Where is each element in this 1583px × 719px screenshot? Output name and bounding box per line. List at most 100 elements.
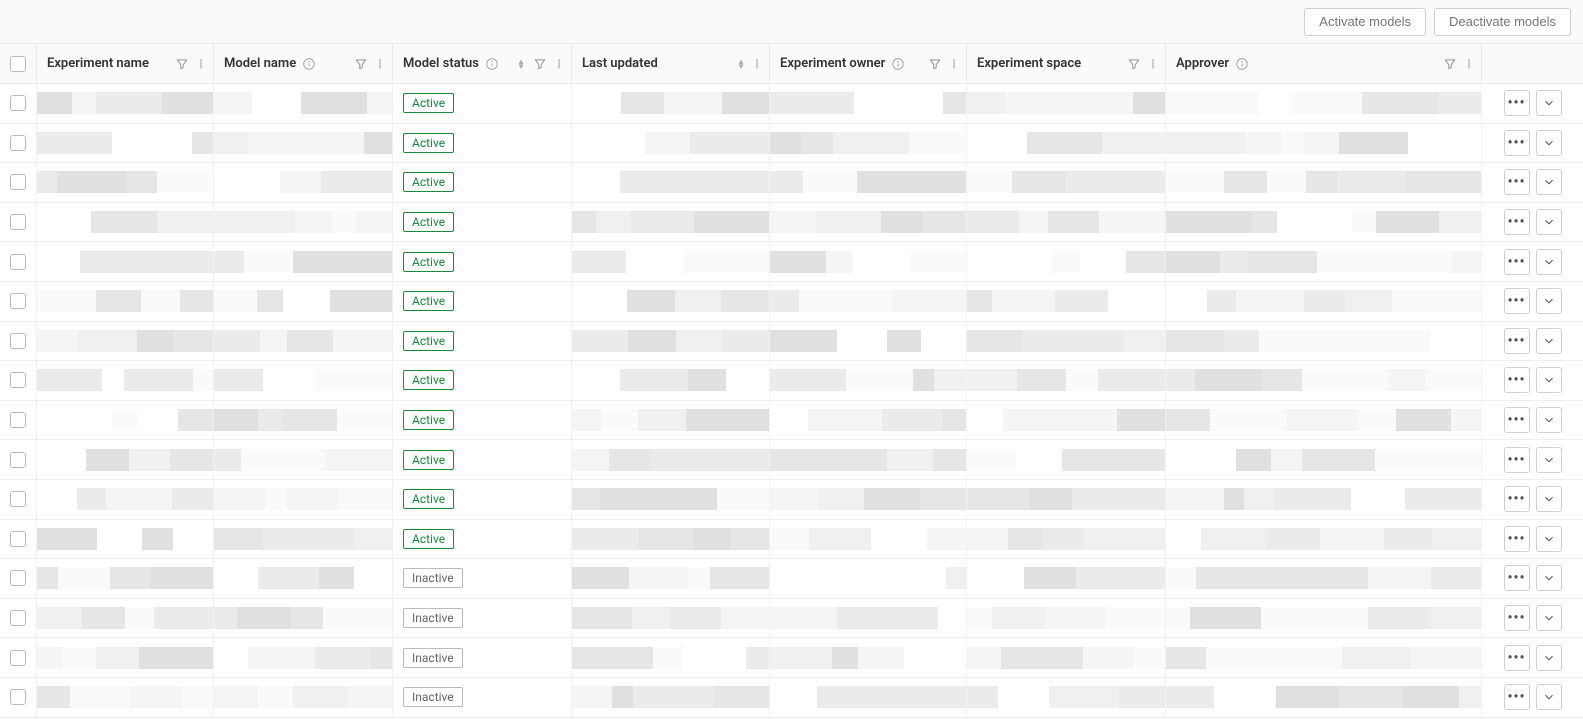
row-more-button[interactable]: •••	[1504, 684, 1530, 710]
redacted-content	[214, 449, 392, 471]
row-more-button[interactable]: •••	[1504, 367, 1530, 393]
row-expand-button[interactable]	[1536, 249, 1562, 275]
row-expand-button[interactable]	[1536, 526, 1562, 552]
row-checkbox[interactable]	[10, 333, 26, 349]
row-more-button[interactable]: •••	[1504, 447, 1530, 473]
row-checkbox[interactable]	[10, 491, 26, 507]
row-checkbox[interactable]	[10, 135, 26, 151]
resize-handle[interactable]: ||	[1465, 57, 1471, 70]
resize-handle[interactable]: ||	[197, 57, 203, 70]
row-checkbox[interactable]	[10, 412, 26, 428]
cell-last-updated	[572, 638, 770, 677]
row-expand-button[interactable]	[1536, 565, 1562, 591]
select-all-checkbox[interactable]	[10, 56, 26, 72]
row-expand-button[interactable]	[1536, 684, 1562, 710]
cell-checkbox	[0, 559, 37, 598]
row-checkbox[interactable]	[10, 95, 26, 111]
row-more-button[interactable]: •••	[1504, 249, 1530, 275]
cell-model-status: Active	[393, 242, 572, 281]
filter-icon[interactable]	[1127, 57, 1141, 71]
info-icon[interactable]	[485, 57, 499, 71]
filter-icon[interactable]	[1443, 57, 1457, 71]
table-row: Active•••	[0, 282, 1583, 322]
header-experiment-space[interactable]: Experiment space ||	[967, 44, 1166, 83]
ellipsis-icon: •••	[1507, 215, 1525, 229]
row-more-button[interactable]: •••	[1504, 169, 1530, 195]
row-checkbox[interactable]	[10, 452, 26, 468]
row-checkbox[interactable]	[10, 254, 26, 270]
info-icon[interactable]	[302, 57, 316, 71]
row-expand-button[interactable]	[1536, 288, 1562, 314]
redacted-content	[214, 92, 392, 114]
header-experiment-owner[interactable]: Experiment owner ||	[770, 44, 967, 83]
row-checkbox[interactable]	[10, 570, 26, 586]
row-more-button[interactable]: •••	[1504, 565, 1530, 591]
redacted-content	[1166, 686, 1481, 708]
row-more-button[interactable]: •••	[1504, 645, 1530, 671]
filter-icon[interactable]	[354, 57, 368, 71]
resize-handle[interactable]: ||	[1149, 57, 1155, 70]
resize-handle[interactable]: ||	[950, 57, 956, 70]
cell-experiment-space	[967, 401, 1166, 440]
header-last-updated[interactable]: Last updated ▲▼ ||	[572, 44, 770, 83]
row-checkbox[interactable]	[10, 293, 26, 309]
row-more-button[interactable]: •••	[1504, 288, 1530, 314]
cell-model-status: Active	[393, 520, 572, 559]
cell-checkbox	[0, 361, 37, 400]
header-approver[interactable]: Approver ||	[1166, 44, 1482, 83]
row-expand-button[interactable]	[1536, 130, 1562, 156]
header-model-name[interactable]: Model name ||	[214, 44, 393, 83]
row-expand-button[interactable]	[1536, 90, 1562, 116]
info-icon[interactable]	[1235, 57, 1249, 71]
deactivate-models-button[interactable]: Deactivate models	[1434, 8, 1571, 36]
cell-experiment-name	[37, 163, 214, 202]
row-checkbox[interactable]	[10, 174, 26, 190]
resize-handle[interactable]: ||	[753, 57, 759, 70]
chevron-down-icon	[1542, 532, 1556, 546]
row-expand-button[interactable]	[1536, 169, 1562, 195]
row-more-button[interactable]: •••	[1504, 209, 1530, 235]
row-more-button[interactable]: •••	[1504, 486, 1530, 512]
row-expand-button[interactable]	[1536, 486, 1562, 512]
redacted-content	[967, 369, 1165, 391]
row-more-button[interactable]: •••	[1504, 90, 1530, 116]
row-expand-button[interactable]	[1536, 645, 1562, 671]
row-checkbox[interactable]	[10, 689, 26, 705]
row-checkbox[interactable]	[10, 610, 26, 626]
row-checkbox[interactable]	[10, 650, 26, 666]
header-experiment-name[interactable]: Experiment name ||	[37, 44, 214, 83]
cell-actions: •••	[1482, 559, 1583, 598]
filter-icon[interactable]	[928, 57, 942, 71]
row-more-button[interactable]: •••	[1504, 407, 1530, 433]
sort-icon[interactable]: ▲▼	[737, 59, 745, 69]
row-more-button[interactable]: •••	[1504, 526, 1530, 552]
cell-approver	[1166, 678, 1482, 717]
row-expand-button[interactable]	[1536, 605, 1562, 631]
row-expand-button[interactable]	[1536, 367, 1562, 393]
resize-handle[interactable]: ||	[376, 57, 382, 70]
row-more-button[interactable]: •••	[1504, 130, 1530, 156]
filter-icon[interactable]	[175, 57, 189, 71]
info-icon[interactable]	[891, 57, 905, 71]
cell-last-updated	[572, 440, 770, 479]
table-row: Inactive•••	[0, 638, 1583, 678]
row-checkbox[interactable]	[10, 372, 26, 388]
cell-actions: •••	[1482, 520, 1583, 559]
activate-models-button[interactable]: Activate models	[1304, 8, 1426, 36]
table-row: Active•••	[0, 322, 1583, 362]
resize-handle[interactable]: ||	[555, 57, 561, 70]
sort-icon[interactable]: ▲▼	[517, 59, 525, 69]
filter-icon[interactable]	[533, 57, 547, 71]
row-expand-button[interactable]	[1536, 447, 1562, 473]
row-more-button[interactable]: •••	[1504, 605, 1530, 631]
row-expand-button[interactable]	[1536, 209, 1562, 235]
redacted-content	[214, 567, 392, 589]
row-checkbox[interactable]	[10, 531, 26, 547]
row-expand-button[interactable]	[1536, 407, 1562, 433]
cell-experiment-owner	[770, 282, 967, 321]
cell-last-updated	[572, 480, 770, 519]
row-checkbox[interactable]	[10, 214, 26, 230]
row-more-button[interactable]: •••	[1504, 328, 1530, 354]
row-expand-button[interactable]	[1536, 328, 1562, 354]
header-model-status[interactable]: Model status ▲▼ ||	[393, 44, 572, 83]
